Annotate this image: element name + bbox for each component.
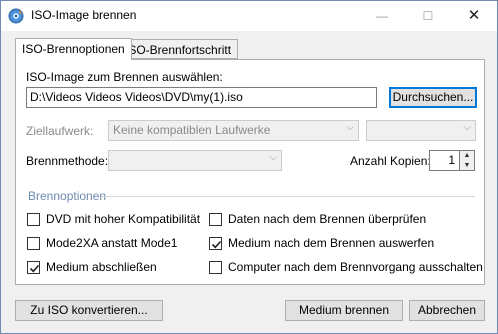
checkmark-icon	[29, 264, 40, 273]
checkbox[interactable]	[27, 237, 40, 250]
minimize-icon[interactable]: —	[359, 1, 405, 31]
disc-burn-icon	[8, 8, 24, 24]
checkbox[interactable]	[27, 213, 40, 226]
burn-options-group-title: Brennoptionen	[28, 189, 107, 203]
checkbox-checked[interactable]	[209, 237, 222, 250]
stepper-up-icon[interactable]: ▲	[460, 151, 474, 161]
chevron-down-icon: ⌵	[346, 122, 354, 133]
copies-stepper[interactable]: ▲ ▼	[460, 150, 475, 171]
option-label: Mode2XA anstatt Mode1	[46, 236, 178, 250]
target-drive-select[interactable]: Keine kompatiblen Laufwerke ⌵	[108, 120, 359, 141]
chevron-down-icon: ⌵	[269, 152, 277, 163]
option-label: DVD mit hoher Kompatibilität	[46, 212, 201, 226]
checkbox[interactable]	[209, 261, 222, 274]
target-drive-value: Keine kompatiblen Laufwerke	[113, 123, 271, 137]
chevron-down-icon: ⌵	[463, 122, 471, 133]
copies-input[interactable]: 1	[429, 150, 460, 171]
target-drive-label: Ziellaufwerk:	[26, 124, 94, 138]
checkmark-icon	[211, 240, 222, 249]
option-label: Medium abschließen	[46, 260, 157, 274]
maximize-icon[interactable]: ☐	[405, 1, 451, 31]
group-divider	[101, 196, 475, 197]
window-title: ISO-Image brennen	[31, 8, 137, 22]
tab-iso-brennfortschritt[interactable]: ISO-Brennfortschritt	[118, 39, 239, 59]
close-icon[interactable]: ✕	[451, 1, 497, 31]
burn-method-label: Brennmethode:	[26, 154, 109, 168]
dialog-window: ISO-Image brennen — ☐ ✕ ISO-Brennoptione…	[0, 0, 498, 334]
burn-button[interactable]: Medium brennen	[285, 300, 403, 321]
iso-select-label: ISO-Image zum Brennen auswählen:	[26, 70, 223, 84]
browse-button[interactable]: Durchsuchen...	[389, 87, 477, 108]
burn-method-select[interactable]: ⌵	[108, 150, 282, 171]
convert-to-iso-button[interactable]: Zu ISO konvertieren...	[15, 300, 163, 321]
option-label: Daten nach dem Brennen überprüfen	[228, 212, 427, 226]
checkbox[interactable]	[209, 213, 222, 226]
title-bar[interactable]: ISO-Image brennen — ☐ ✕	[1, 1, 497, 31]
cancel-button[interactable]: Abbrechen	[409, 300, 485, 321]
copies-label: Anzahl Kopien:	[350, 154, 431, 168]
tab-iso-brennoptionen[interactable]: ISO-Brennoptionen	[15, 38, 132, 60]
burn-speed-select[interactable]: ⌵	[366, 120, 476, 141]
tab-panel: ISO-Image zum Brennen auswählen: D:\Vide…	[15, 59, 485, 285]
option-label: Computer nach dem Brennvorgang ausschalt…	[228, 260, 483, 274]
stepper-down-icon[interactable]: ▼	[460, 161, 474, 171]
checkbox-checked[interactable]	[27, 261, 40, 274]
option-label: Medium nach dem Brennen auswerfen	[228, 236, 435, 250]
iso-path-field[interactable]: D:\Videos Videos Videos\DVD\my(1).iso	[26, 87, 377, 108]
